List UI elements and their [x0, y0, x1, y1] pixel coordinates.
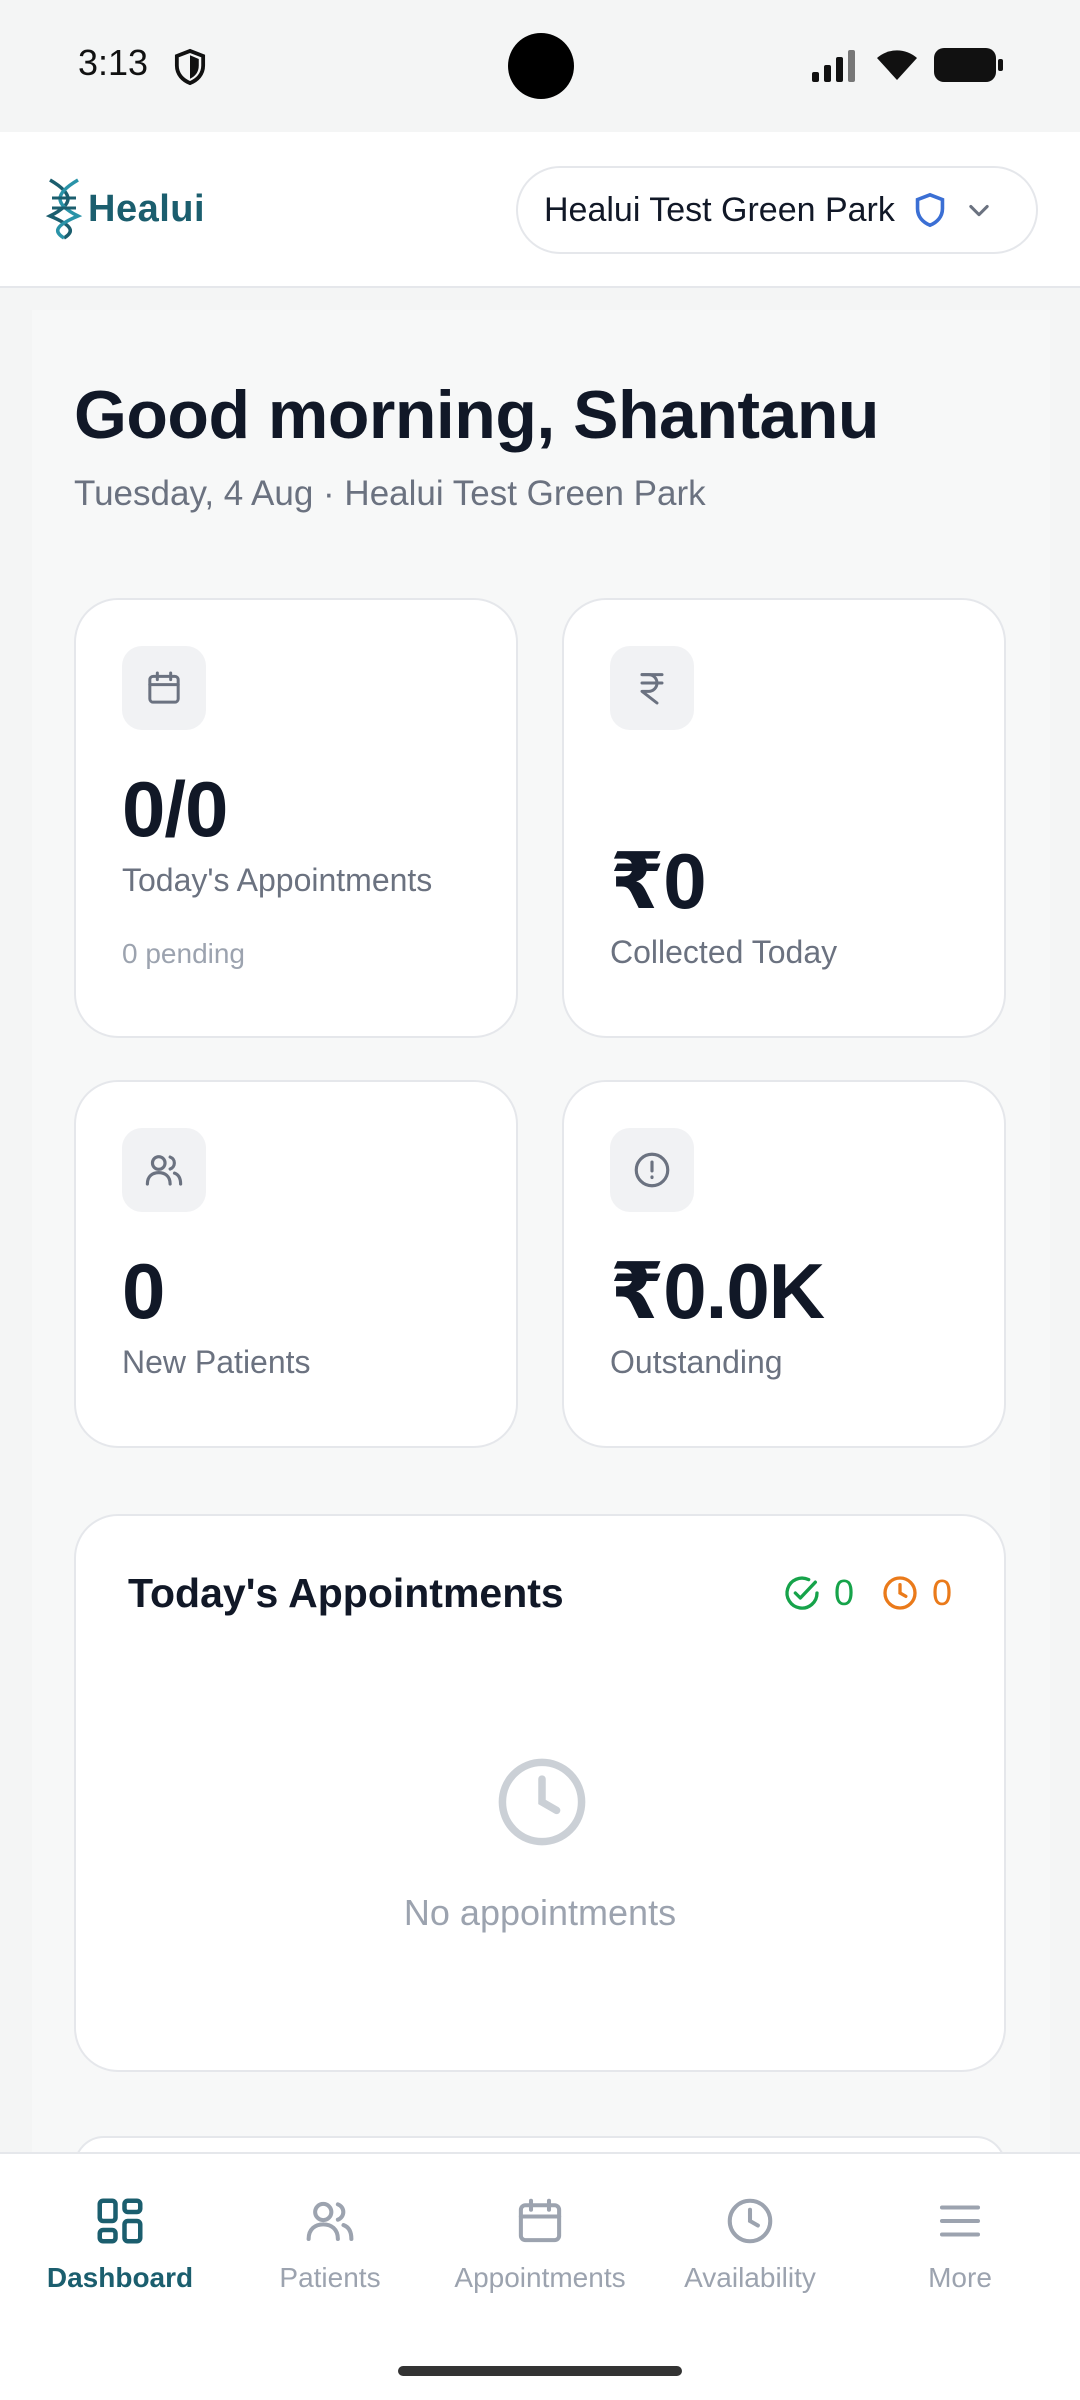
outstanding-value: ₹0.0K	[610, 1247, 825, 1335]
nav-availability[interactable]: Availability	[642, 2194, 858, 2294]
users-icon	[122, 1128, 206, 1212]
greeting-subtitle: Tuesday, 4 Aug · Healui Test Green Park	[74, 474, 706, 513]
appointments-value: 0/0	[122, 765, 228, 853]
healui-logo-icon	[45, 178, 83, 240]
rupee-icon	[610, 646, 694, 730]
shield-icon	[915, 192, 945, 228]
nav-patients[interactable]: Patients	[222, 2194, 438, 2294]
home-indicator[interactable]	[398, 2366, 682, 2376]
camera-cutout	[508, 33, 574, 99]
calendar-icon	[122, 646, 206, 730]
clock-icon	[883, 1576, 917, 1610]
completed-count: 0	[833, 1572, 854, 1613]
nav-availability-label: Availability	[684, 2262, 816, 2293]
nav-dashboard[interactable]: Dashboard	[12, 2194, 228, 2294]
stat-card-new-patients[interactable]: 0 New Patients	[74, 1080, 518, 1448]
nav-appointments[interactable]: Appointments	[432, 2194, 648, 2294]
dashboard-content: Good morning, Shantanu Tuesday, 4 Aug · …	[32, 310, 1050, 2152]
new-patients-label: New Patients	[122, 1344, 311, 1380]
clock-icon	[727, 2198, 773, 2244]
status-bar: 3:13	[0, 0, 1080, 132]
stat-card-appointments[interactable]: 0/0 Today's Appointments 0 pending	[74, 598, 518, 1038]
collected-label: Collected Today	[610, 934, 838, 970]
appointments-panel-title: Today's Appointments	[128, 1570, 564, 1616]
todays-appointments-panel: Today's Appointments 0 0 No appointments	[74, 1514, 1006, 2072]
alert-circle-icon	[610, 1128, 694, 1212]
status-time: 3:13	[78, 42, 149, 83]
logo: Healui	[44, 176, 205, 242]
users-icon	[306, 2201, 354, 2242]
nav-appointments-label: Appointments	[454, 2262, 626, 2293]
clinic-name: Healui Test Green Park	[544, 190, 895, 229]
next-section-card	[74, 2136, 1006, 2152]
stat-card-outstanding[interactable]: ₹0.0K Outstanding	[562, 1080, 1006, 1448]
shield-status-icon	[174, 48, 206, 86]
appointments-label: Today's Appointments	[122, 862, 433, 898]
new-patients-value: 0	[122, 1247, 165, 1335]
wifi-icon	[877, 50, 917, 80]
menu-icon	[939, 2205, 981, 2237]
collected-value: ₹0	[610, 837, 707, 925]
completed-counter: 0	[782, 1572, 854, 1614]
clinic-selector[interactable]: Healui Test Green Park	[516, 166, 1038, 254]
greeting-title: Good morning, Shantanu	[74, 377, 879, 453]
nav-dashboard-label: Dashboard	[46, 2262, 194, 2293]
outstanding-label: Outstanding	[610, 1344, 783, 1380]
appointment-counters: 0 0	[782, 1572, 952, 1614]
appointments-pending: 0 pending	[122, 938, 246, 969]
app-header: Healui Healui Test Green Park	[0, 132, 1080, 288]
clock-empty-icon	[498, 1758, 586, 1846]
pending-count: 0	[931, 1572, 952, 1613]
chevron-down-icon	[969, 204, 989, 217]
stat-card-collected[interactable]: ₹0 Collected Today	[562, 598, 1006, 1038]
grid-icon	[97, 2198, 143, 2244]
pending-counter: 0	[880, 1572, 952, 1614]
logo-text: Healui	[88, 187, 206, 230]
nav-patients-label: Patients	[279, 2262, 381, 2293]
battery-icon	[934, 48, 1003, 82]
calendar-icon	[518, 2198, 562, 2243]
signal-icon	[812, 50, 855, 82]
check-circle-icon	[785, 1576, 819, 1610]
nav-more[interactable]: More	[852, 2194, 1068, 2294]
empty-state-text: No appointments	[403, 1892, 677, 1933]
nav-more-label: More	[928, 2262, 992, 2293]
bottom-nav: Dashboard Patients Appointments Availabi…	[0, 2152, 1080, 2400]
